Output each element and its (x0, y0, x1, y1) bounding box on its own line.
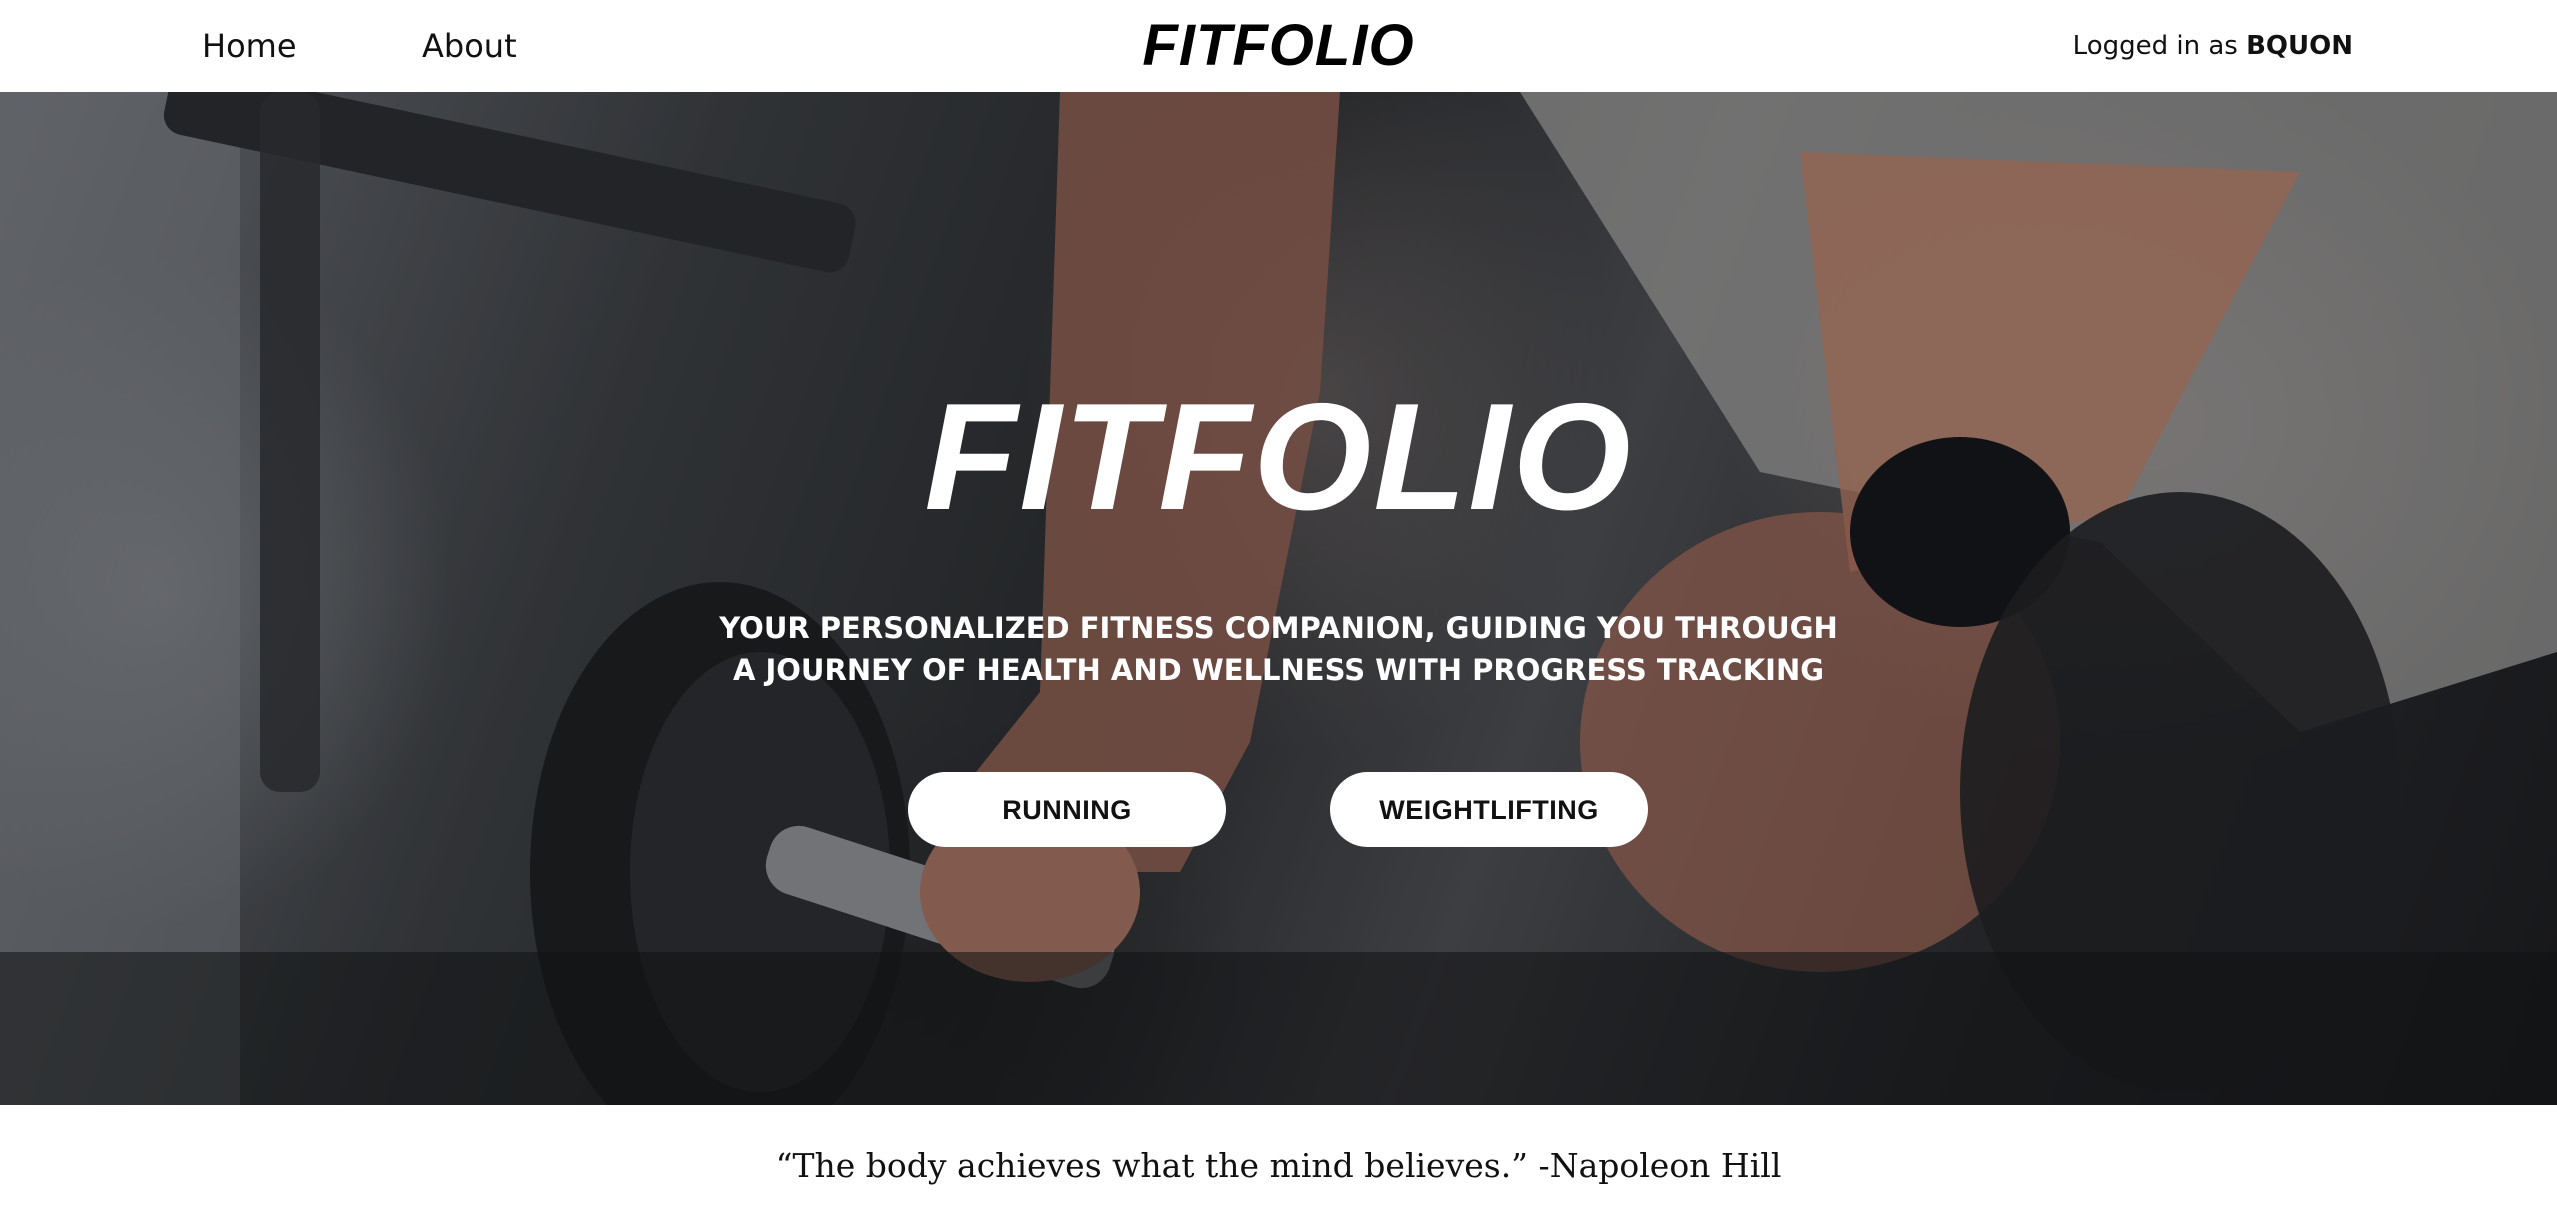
brand-logo-text: FITFOLIO (1142, 13, 1415, 78)
top-navbar: Home About FITFOLIO Logged in as BQUON (0, 0, 2557, 92)
hero-section: FITFOLIO YOUR PERSONALIZED FITNESS COMPA… (0, 92, 2557, 1105)
logged-in-label: Logged in as (2072, 31, 2238, 61)
logged-in-status: Logged in as BQUON (2073, 26, 2353, 66)
hero-overlay (0, 92, 2557, 1105)
username: BQUON (2246, 31, 2353, 61)
hero-title: FITFOLIO (0, 377, 2557, 537)
hero-subtitle-line: YOUR PERSONALIZED FITNESS COMPANION, GUI… (719, 611, 1838, 645)
quote-text: “The body achieves what the mind believe… (775, 1146, 1782, 1185)
hero-subtitle-line: A JOURNEY OF HEALTH AND WELLNESS WITH PR… (732, 653, 1825, 687)
hero-subtitle: YOUR PERSONALIZED FITNESS COMPANION, GUI… (0, 607, 2557, 691)
running-button[interactable]: RUNNING (908, 772, 1226, 847)
hero-title-text: FITFOLIO (924, 372, 1633, 542)
weightlifting-button[interactable]: WEIGHTLIFTING (1330, 772, 1648, 847)
